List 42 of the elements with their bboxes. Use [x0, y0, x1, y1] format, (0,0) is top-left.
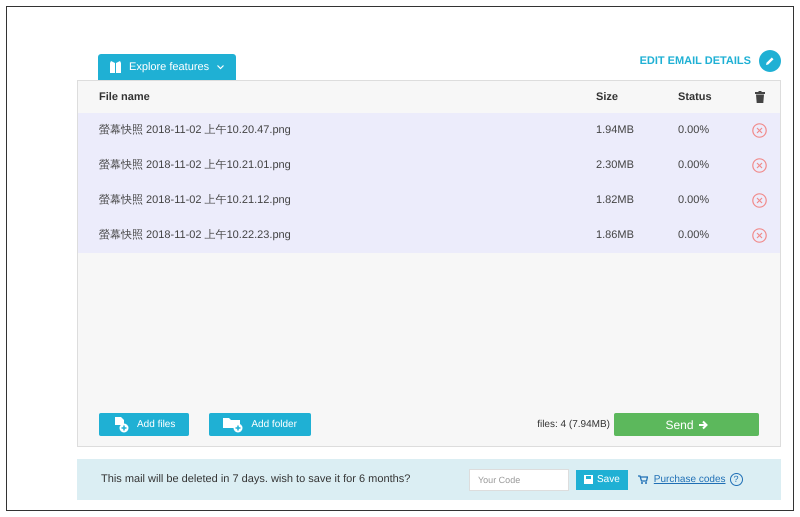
file-status: 0.00%: [678, 123, 710, 138]
file-size: 2.30MB: [596, 158, 635, 174]
explore-features-tab[interactable]: Explore features: [98, 54, 236, 80]
purchase-codes-link[interactable]: Purchase codes: [654, 472, 726, 487]
file-name: 螢幕快照 2018-11-02 上午10.22.23.png: [99, 228, 292, 244]
file-row[interactable]: 螢幕快照 2018-11-02 上午10.20.47.png 1.94MB 0.00%: [78, 113, 780, 148]
file-row[interactable]: 螢幕快照 2018-11-02 上午10.21.12.png 1.82MB 0.00%: [78, 183, 780, 218]
file-row[interactable]: 螢幕快照 2018-11-02 上午10.22.23.png 1.86MB 0.00%: [78, 218, 780, 253]
remove-icon[interactable]: [752, 158, 767, 173]
add-folder-button[interactable]: Add folder: [209, 413, 311, 436]
column-header: File name: [99, 90, 151, 105]
edit-email-details-link[interactable]: EDIT EMAIL DETAILS: [640, 52, 751, 70]
pencil-icon: [765, 56, 775, 66]
help-button[interactable]: ?: [730, 473, 743, 486]
chevron-down-icon: [217, 64, 224, 70]
folder-add-icon: [223, 416, 244, 432]
file-name: 螢幕快照 2018-11-02 上午10.21.12.png: [99, 192, 292, 208]
file-size: 1.82MB: [596, 193, 635, 208]
save-message: This mail will be deleted in 7 days. wish to save it for 6 months?: [101, 472, 412, 488]
save-button[interactable]: Save: [576, 470, 628, 490]
file-name: 螢幕快照 2018-11-02 上午10.20.47.png: [99, 122, 292, 138]
remove-icon[interactable]: [752, 123, 767, 138]
cart-icon: [638, 475, 648, 484]
file-status: 0.00%: [678, 228, 710, 244]
remove-icon[interactable]: [752, 193, 767, 208]
column-header: Status: [678, 90, 713, 105]
add-files-button[interactable]: Add files: [99, 413, 190, 436]
column-header: Size: [596, 90, 620, 105]
arrow-right-icon: [698, 420, 708, 430]
file-row[interactable]: 螢幕快照 2018-11-02 上午10.21.01.png 2.30MB 0.00%: [78, 148, 780, 183]
files-summary: files: 4 (7.94MB): [537, 418, 610, 432]
trash-icon[interactable]: [755, 91, 765, 103]
remove-icon[interactable]: [752, 228, 767, 243]
file-status: 0.00%: [678, 193, 710, 208]
file-status: 0.00%: [678, 158, 710, 174]
file-add-icon: [113, 416, 129, 432]
edit-button[interactable]: [759, 50, 781, 72]
code-input[interactable]: Your Code: [469, 468, 569, 490]
file-size: 1.94MB: [596, 123, 635, 138]
file-name: 螢幕快照 2018-11-02 上午10.21.01.png: [99, 158, 292, 174]
send-button[interactable]: Send: [614, 413, 759, 436]
file-size: 1.86MB: [596, 228, 635, 244]
